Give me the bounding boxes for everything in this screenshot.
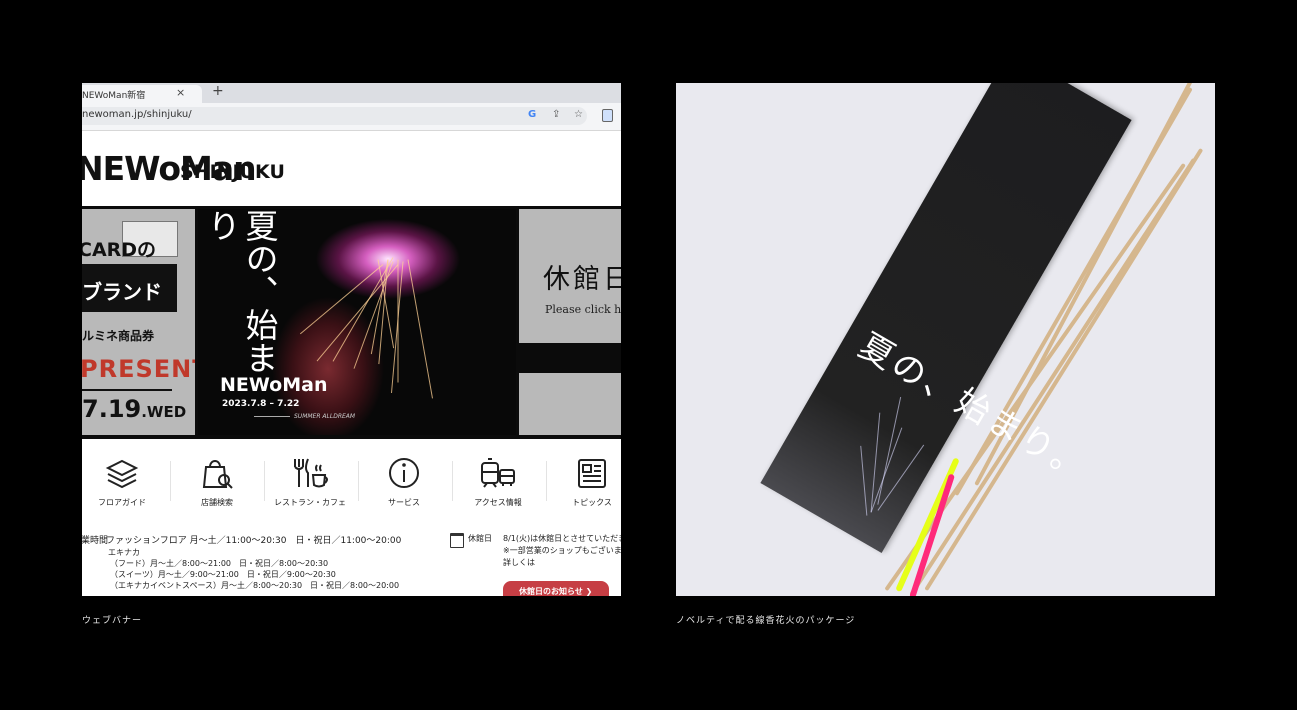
banner-closed-day[interactable]: 休館日 Please click here bbox=[519, 209, 621, 343]
new-tab-icon[interactable]: + bbox=[212, 83, 224, 99]
site-location: SHINJUKU bbox=[180, 161, 285, 183]
banner-left-box: ブランド bbox=[82, 264, 177, 312]
url-text: newoman.jp/shinjuku/ bbox=[82, 109, 192, 120]
calendar-icon bbox=[450, 533, 464, 548]
nav-label: アクセス情報 bbox=[474, 498, 522, 507]
business-hours-info: 営業時間 ファッションフロア 月〜土／11:00〜20:30 日・祝日／11:0… bbox=[82, 523, 621, 596]
banner-tagline: SUMMER ALLDREAM bbox=[294, 413, 356, 420]
shopping-bag-search-icon bbox=[202, 460, 233, 489]
nav-topics[interactable]: トピックス bbox=[547, 455, 621, 508]
nav-floor-guide[interactable]: フロアガイド bbox=[82, 455, 167, 508]
address-bar: newoman.jp/shinjuku/ G ⇪ ☆ bbox=[82, 103, 621, 131]
banner-dates: 2023.7.8 – 7.22 bbox=[222, 399, 300, 409]
closed-day-button-label: 休館日のお知らせ ❯ bbox=[519, 587, 593, 596]
package-spark-line bbox=[860, 445, 868, 516]
nav-restaurant-cafe[interactable]: レストラン・カフェ bbox=[265, 455, 355, 508]
nav-label: 店舗検索 bbox=[201, 498, 233, 507]
web-banner-screenshot: NEWoMan新宿 × + newoman.jp/shinjuku/ G ⇪ ☆… bbox=[82, 83, 621, 596]
closed-text: 8/1(火)は休館日とさせていただきます。 bbox=[503, 534, 621, 543]
browser-tab-bar: NEWoMan新宿 × + bbox=[82, 83, 621, 103]
banner-closed-subtitle: Please click here bbox=[545, 303, 621, 316]
site-header: NEWoMan SHINJUKU bbox=[82, 131, 621, 206]
banner-brand: NEWoMan bbox=[220, 374, 328, 396]
caption-package: ノベルティで配る線香花火のパッケージ bbox=[676, 616, 856, 626]
google-icon[interactable]: G bbox=[528, 109, 536, 120]
banner-left-date-num: 7.19 bbox=[82, 395, 142, 423]
hours-ekinaka: エキナカ bbox=[108, 548, 140, 557]
extension-icon[interactable] bbox=[602, 109, 613, 122]
package-spark-line bbox=[870, 427, 903, 513]
banner-headline: 夏の、始まり bbox=[202, 209, 279, 374]
nav-label: フロアガイド bbox=[98, 498, 146, 507]
layers-icon bbox=[105, 459, 139, 489]
banner-left-line3: ルミネ商品券 bbox=[82, 329, 155, 343]
star-icon[interactable]: ☆ bbox=[574, 109, 583, 120]
info-icon bbox=[389, 458, 419, 488]
banner-left-line1: CARDの bbox=[82, 239, 157, 261]
banner-left-line4: PRESENT bbox=[82, 355, 195, 383]
nav-label: サービス bbox=[388, 498, 420, 507]
sparkler-package-photo: 夏の、始まり。 bbox=[676, 83, 1215, 596]
spark-line bbox=[407, 259, 433, 399]
divider bbox=[170, 461, 171, 501]
url-field[interactable]: newoman.jp/shinjuku/ G ⇪ ☆ bbox=[82, 107, 587, 125]
hours-label: 営業時間 bbox=[82, 536, 109, 546]
hours-event: （エキナカイベントスペース）月〜土／8:00〜20:30 日・祝日／8:00〜2… bbox=[110, 581, 400, 590]
icon-navigation: フロアガイド 店舗検索 レストラン・カフェ サービス アクセス情報 トピックス bbox=[82, 441, 621, 521]
browser-tab[interactable]: NEWoMan新宿 × bbox=[82, 85, 202, 103]
banner-closed-title: 休館日 bbox=[543, 264, 621, 295]
restaurant-icon bbox=[294, 458, 328, 488]
tab-title: NEWoMan新宿 bbox=[82, 91, 146, 101]
hours-fashion: ファッションフロア 月〜土／11:00〜20:30 日・祝日／11:00〜20:… bbox=[106, 536, 402, 546]
banner-left-line2: ブランド bbox=[82, 280, 162, 304]
closed-day-button[interactable]: 休館日のお知らせ ❯ bbox=[503, 581, 609, 596]
nav-label: トピックス bbox=[572, 498, 612, 507]
nav-service[interactable]: サービス bbox=[359, 455, 449, 508]
banner-left-date: 7.19.WED bbox=[82, 395, 186, 423]
divider bbox=[82, 389, 172, 391]
close-icon[interactable]: × bbox=[176, 86, 185, 99]
closed-note: ※一部営業のショップもございます。 bbox=[503, 546, 621, 555]
caption-web-banner: ウェブバナー bbox=[82, 616, 143, 626]
nav-access[interactable]: アクセス情報 bbox=[453, 455, 543, 508]
spark-line bbox=[332, 257, 394, 362]
banner-placeholder[interactable] bbox=[519, 373, 621, 435]
banner-summer-sparkler[interactable]: 夏の、始まり NEWoMan 2023.7.8 – 7.22 SUMMER AL… bbox=[198, 209, 516, 435]
share-icon[interactable]: ⇪ bbox=[552, 109, 560, 120]
closed-label: 休館日 bbox=[468, 534, 492, 543]
banner-left-date-day: .WED bbox=[141, 403, 187, 421]
nav-label: レストラン・カフェ bbox=[274, 498, 346, 507]
nav-shop-search[interactable]: 店舗検索 bbox=[172, 455, 262, 508]
closed-note-2: 詳しくは bbox=[503, 558, 535, 567]
hours-sweets: （スイーツ）月〜土／9:00〜21:00 日・祝日／9:00〜20:30 bbox=[110, 570, 336, 579]
train-car-icon bbox=[481, 458, 515, 488]
package-spark-line bbox=[877, 396, 902, 505]
divider bbox=[254, 416, 290, 417]
news-icon bbox=[578, 459, 606, 488]
package-spark-line bbox=[877, 444, 925, 511]
banner-carousel: CARDの ブランド ルミネ商品券 PRESENT 7.19.WED 夏の、始ま… bbox=[82, 206, 621, 439]
banner-card-present[interactable]: CARDの ブランド ルミネ商品券 PRESENT 7.19.WED bbox=[82, 209, 195, 435]
hours-food: （フード）月〜土／8:00〜21:00 日・祝日／8:00〜20:30 bbox=[110, 559, 329, 568]
